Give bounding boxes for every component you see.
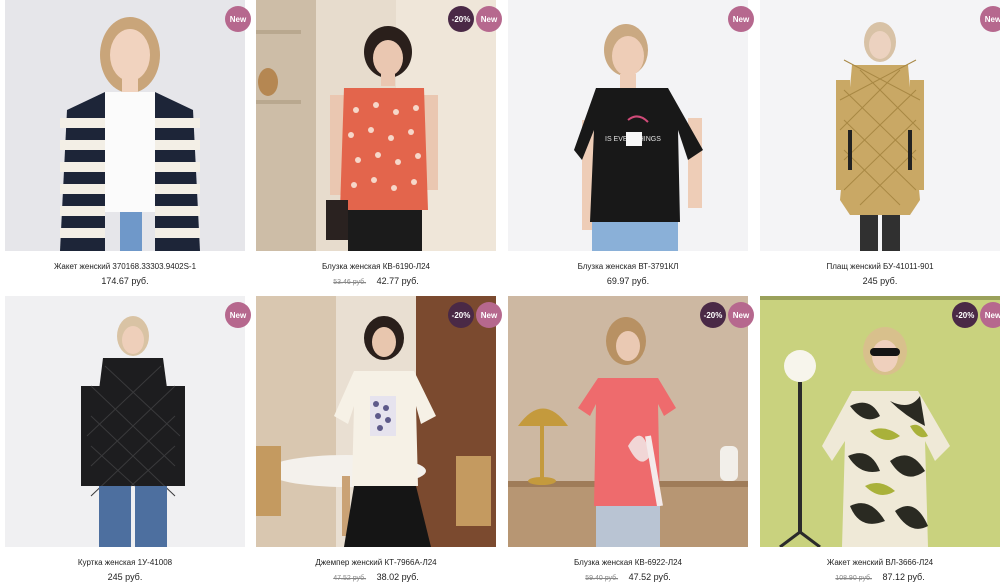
current-price: 174.67 руб. [101, 276, 149, 286]
new-badge: New [728, 6, 754, 32]
current-price: 87.12 руб. [882, 572, 925, 582]
product-title[interactable]: Куртка женская 1У-41008 [5, 558, 245, 567]
new-badge: New [225, 6, 251, 32]
product-photo[interactable] [256, 0, 496, 251]
product-card[interactable]: -20% New Блузка женская КВ-6922-Л24 59.4… [508, 296, 754, 588]
old-price: 59.40 руб. [585, 575, 619, 582]
product-title[interactable]: Блузка женская КВ-6922-Л24 [508, 558, 748, 567]
product-photo[interactable] [5, 0, 245, 251]
product-price: 47.52 руб. 38.02 руб. [256, 572, 496, 582]
product-card[interactable]: New Жакет женский 370168.33303.9402S-1 1… [5, 0, 251, 292]
new-badge: New [476, 302, 502, 328]
product-card[interactable]: -20% New Джемпер женский КТ-7966А-Л24 47… [256, 296, 502, 588]
old-price: 47.52 руб. [333, 575, 367, 582]
new-badge: New [476, 6, 502, 32]
product-photo[interactable] [256, 296, 496, 547]
new-badge: New [728, 302, 754, 328]
product-price: 59.40 руб. 47.52 руб. [508, 572, 748, 582]
discount-badge: -20% [448, 302, 474, 328]
new-badge: New [980, 302, 1000, 328]
product-price: 108.90 руб. 87.12 руб. [760, 572, 1000, 582]
product-price: 245 руб. [5, 572, 245, 582]
product-title[interactable]: Джемпер женский КТ-7966А-Л24 [256, 558, 496, 567]
new-badge: New [225, 302, 251, 328]
product-photo[interactable] [5, 296, 245, 547]
new-badge: New [980, 6, 1000, 32]
product-card[interactable]: IS EVER THINGS New Блузка женская ВТ-379… [508, 0, 754, 292]
product-card[interactable]: New Плащ женский БУ-41011-901 245 руб. [760, 0, 1000, 292]
current-price: 245 руб. [862, 276, 898, 286]
product-photo[interactable]: IS EVER THINGS [508, 0, 748, 251]
old-price: 53.46 руб. [333, 279, 367, 286]
product-price: 174.67 руб. [5, 276, 245, 286]
current-price: 42.77 руб. [376, 276, 419, 286]
product-photo[interactable] [760, 296, 1000, 547]
product-photo[interactable] [508, 296, 748, 547]
product-card[interactable]: -20% New Блузка женская КВ-6190-Л24 53.4… [256, 0, 502, 292]
product-card[interactable]: New Куртка женская 1У-41008 245 руб. [5, 296, 251, 588]
product-price: 53.46 руб. 42.77 руб. [256, 276, 496, 286]
current-price: 245 руб. [107, 572, 143, 582]
product-price: 245 руб. [760, 276, 1000, 286]
product-price: 69.97 руб. [508, 276, 748, 286]
discount-badge: -20% [952, 302, 978, 328]
product-title[interactable]: Блузка женская ВТ-3791КЛ [508, 262, 748, 271]
current-price: 38.02 руб. [376, 572, 419, 582]
product-title[interactable]: Блузка женская КВ-6190-Л24 [256, 262, 496, 271]
product-grid: New Жакет женский 370168.33303.9402S-1 1… [0, 0, 1000, 585]
product-title[interactable]: Жакет женский 370168.33303.9402S-1 [5, 262, 245, 271]
product-photo[interactable] [760, 0, 1000, 251]
old-price: 108.90 руб. [835, 575, 872, 582]
discount-badge: -20% [448, 6, 474, 32]
current-price: 69.97 руб. [606, 276, 650, 286]
product-card[interactable]: -20% New Жакет женский ВЛ-3666-Л24 108.9… [760, 296, 1000, 588]
discount-badge: -20% [700, 302, 726, 328]
product-title[interactable]: Жакет женский ВЛ-3666-Л24 [760, 558, 1000, 567]
product-title[interactable]: Плащ женский БУ-41011-901 [760, 262, 1000, 271]
current-price: 47.52 руб. [628, 572, 671, 582]
